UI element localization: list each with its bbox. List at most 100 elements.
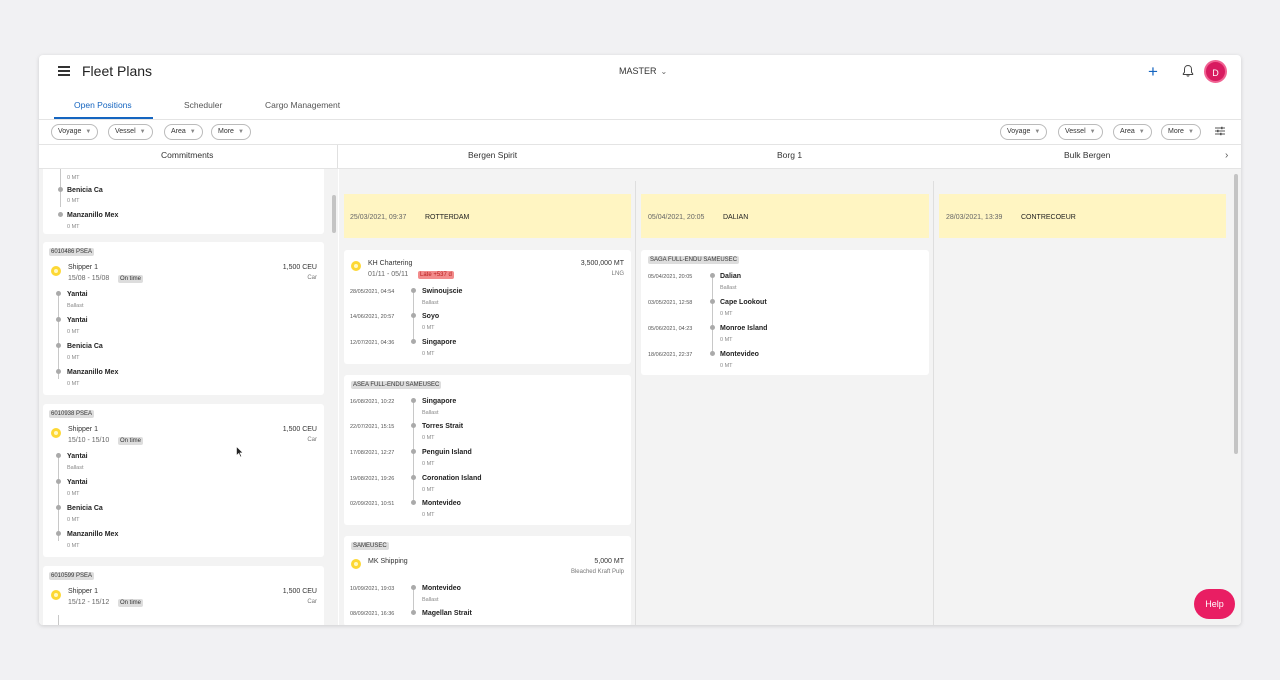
- tab-scheduler[interactable]: Scheduler: [184, 100, 222, 110]
- hamburger-menu-icon[interactable]: [58, 66, 72, 78]
- stop-port: Manzanillo Mex: [67, 369, 119, 376]
- stop-sub: Ballast: [720, 285, 737, 291]
- help-button[interactable]: Help: [1194, 589, 1235, 619]
- stop-sub: 0 MT: [422, 435, 435, 441]
- cargo-type: Car: [307, 437, 317, 443]
- cargo-quantity: 1,500 CEU: [282, 588, 317, 595]
- route-line: [58, 615, 59, 625]
- commitment-card-partial[interactable]: 0 MT Benicia Ca 0 MT Manzanillo Mex 0 MT: [43, 169, 324, 234]
- banner-port: ROTTERDAM: [425, 214, 470, 221]
- vessel-header-bulk-bergen[interactable]: Bulk Bergen: [1064, 150, 1110, 160]
- voyage-card[interactable]: KH Chartering 01/11 - 05/11 Late +537 d …: [344, 250, 631, 364]
- filter-more-left[interactable]: More ▼: [211, 124, 251, 140]
- status-badge: On time: [118, 437, 144, 445]
- open-position-banner[interactable]: 25/03/2021, 09:37 ROTTERDAM: [344, 194, 631, 238]
- stop-port: Torres Strait: [422, 423, 464, 430]
- voyage-card[interactable]: SAMEUSEC MK Shipping 5,000 MT Bleached K…: [344, 536, 631, 625]
- stop-port: Yantai: [67, 291, 88, 298]
- voyage-tag: ASEA FULL-ENDU SAMEUSEC: [351, 381, 442, 389]
- banner-date: 05/04/2021, 20:05: [648, 214, 705, 221]
- laycan-dates: 15/12 - 15/12: [68, 599, 110, 606]
- voyage-card[interactable]: SAGA FULL-ENDU SAMEUSEC 05/04/2021, 20:0…: [641, 250, 929, 375]
- stop-dot: [58, 212, 63, 217]
- filter-more-right[interactable]: More ▼: [1161, 124, 1201, 140]
- stop-sub: 0 MT: [422, 512, 435, 518]
- user-avatar[interactable]: D: [1204, 60, 1227, 83]
- filter-area-right[interactable]: Area ▼: [1113, 124, 1152, 140]
- commitment-card[interactable]: 6010599 PSEA Shipper 1 15/12 - 15/12 On …: [43, 566, 324, 625]
- laycan-dates: 15/08 - 15/08: [68, 275, 110, 282]
- tab-open-positions[interactable]: Open Positions: [74, 100, 132, 110]
- open-position-banner[interactable]: 05/04/2021, 20:05 DALIAN: [641, 194, 929, 238]
- stop-dot: [56, 291, 61, 296]
- filter-voyage-left[interactable]: Voyage ▼: [51, 124, 99, 140]
- commitments-header: Commitments: [161, 150, 214, 160]
- commitment-id: 6010599 PSEA: [49, 572, 95, 580]
- stop-dot: [411, 585, 416, 590]
- stop-port: Montevideo: [422, 585, 461, 592]
- stop-port: Yantai: [67, 453, 88, 460]
- tabs-divider: [39, 119, 1241, 120]
- stop-dot: [56, 479, 61, 484]
- scenario-selector[interactable]: MASTER ⌄: [619, 66, 667, 76]
- stop-port: Penguin Island: [422, 449, 472, 456]
- caret-down-icon: ▼: [237, 129, 244, 135]
- stop-sub: 0 MT: [67, 355, 80, 361]
- stop-sub: 0 MT: [67, 381, 80, 387]
- commitment-id: 6010486 PSEA: [49, 248, 95, 256]
- voyage-card[interactable]: ASEA FULL-ENDU SAMEUSEC 16/08/2021, 10:2…: [344, 375, 631, 525]
- route-line: [712, 273, 713, 352]
- stop-date: 22/07/2021, 15:15: [350, 424, 395, 430]
- stop-dot: [56, 369, 61, 374]
- left-scrollbar[interactable]: [332, 195, 336, 233]
- stop-sub: 0 MT: [422, 351, 435, 357]
- stop-port: Benicia Ca: [67, 505, 103, 512]
- caret-down-icon: ▼: [1034, 129, 1041, 135]
- stop-dot: [411, 475, 416, 480]
- commitment-card[interactable]: 6010486 PSEA Shipper 1 15/08 - 15/08 On …: [43, 242, 324, 395]
- stop-date: 16/08/2021, 10:22: [350, 399, 395, 405]
- stop-date: 02/09/2021, 10:51: [350, 501, 395, 507]
- stop-dot: [411, 313, 416, 318]
- stop-date: 10/09/2021, 19:03: [350, 586, 395, 592]
- filter-area-left[interactable]: Area ▼: [164, 124, 203, 140]
- stop-dot: [411, 288, 416, 293]
- caret-down-icon: ▼: [189, 129, 196, 135]
- stop-dot: [411, 449, 416, 454]
- filter-voyage-right[interactable]: Voyage ▼: [1000, 124, 1048, 140]
- add-icon[interactable]: +: [1148, 62, 1158, 82]
- grid-scrollbar[interactable]: [1234, 174, 1238, 454]
- late-badge: Late +537 d: [418, 271, 454, 279]
- stop-date: 14/06/2021, 20:57: [350, 314, 395, 320]
- stop-port: Dalian: [720, 273, 742, 280]
- vessel-schedule-grid: 25/03/2021, 09:37 ROTTERDAM KH Charterin…: [339, 169, 1241, 625]
- chevron-right-icon[interactable]: ›: [1225, 150, 1228, 161]
- stop-port: Yantai: [67, 317, 88, 324]
- stop-dot: [56, 317, 61, 322]
- banner-port: CONTRECOEUR: [1021, 214, 1076, 221]
- stop-port: Monroe Island: [720, 325, 768, 332]
- open-position-banner[interactable]: 28/03/2021, 13:39 CONTRECOEUR: [939, 194, 1226, 238]
- filter-label: Vessel: [115, 128, 136, 135]
- caret-down-icon: ▼: [1138, 129, 1145, 135]
- vessel-header-borg-1[interactable]: Borg 1: [777, 150, 802, 160]
- filter-vessel-left[interactable]: Vessel ▼: [108, 124, 153, 140]
- commitments-list[interactable]: 0 MT Benicia Ca 0 MT Manzanillo Mex 0 MT…: [39, 169, 338, 625]
- stop-port: Yantai: [67, 479, 88, 486]
- caret-down-icon: ▼: [139, 129, 146, 135]
- stop-port: Singapore: [422, 398, 457, 405]
- caret-down-icon: ▼: [85, 129, 92, 135]
- stop-date: 28/05/2021, 04:54: [350, 289, 395, 295]
- notification-bell-icon[interactable]: [1181, 64, 1195, 78]
- vessel-header-bergen-spirit[interactable]: Bergen Spirit: [468, 150, 517, 160]
- stop-port: Manzanillo Mex: [67, 212, 119, 219]
- filter-vessel-right[interactable]: Vessel ▼: [1058, 124, 1103, 140]
- commitment-card[interactable]: 6010938 PSEA Shipper 1 15/10 - 15/10 On …: [43, 404, 324, 557]
- tune-settings-icon[interactable]: [1214, 125, 1226, 137]
- stop-date: 12/07/2021, 04:36: [350, 340, 395, 346]
- stop-sub: Ballast: [422, 597, 439, 603]
- stop-sub: 0 MT: [422, 325, 435, 331]
- stop-sub: 0 MT: [422, 487, 435, 493]
- charterer-name: KH Chartering: [368, 260, 413, 267]
- tab-cargo-management[interactable]: Cargo Management: [265, 100, 340, 110]
